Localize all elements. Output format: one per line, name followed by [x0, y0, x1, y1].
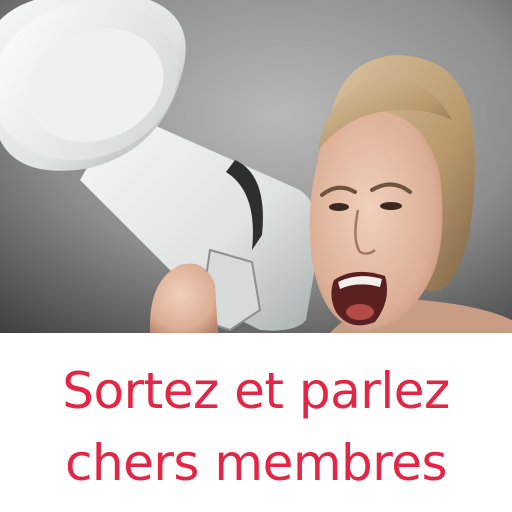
eye-left	[329, 203, 349, 211]
eye-right	[380, 202, 402, 210]
caption-line-2: chers membres	[64, 434, 448, 492]
caption-line-1: Sortez et parlez	[62, 362, 450, 420]
caption-panel: Sortez et parlez chers membres	[0, 333, 512, 512]
woman-megaphone-photo	[0, 0, 512, 333]
poster: Sortez et parlez chers membres	[0, 0, 512, 512]
